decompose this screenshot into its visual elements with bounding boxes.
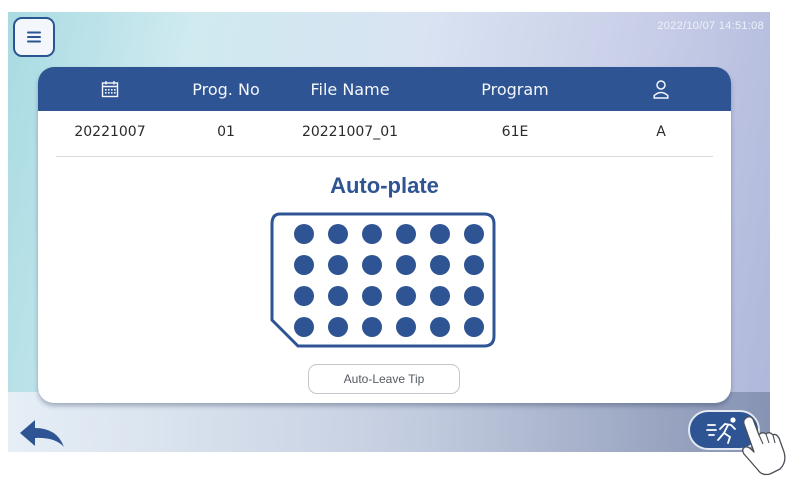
- plate-well: [396, 255, 416, 275]
- user-icon: [653, 79, 669, 99]
- plate-well: [430, 255, 450, 275]
- plate-well: [362, 224, 382, 244]
- menu-button[interactable]: [13, 17, 55, 57]
- plate-well: [328, 286, 348, 306]
- plate-well: [464, 286, 484, 306]
- plate-well: [328, 255, 348, 275]
- plate-diagram: [270, 212, 496, 348]
- plate-well: [430, 317, 450, 337]
- back-arrow-icon: [20, 420, 64, 447]
- row-program: 61E: [501, 124, 529, 140]
- hamburger-menu-icon: [27, 31, 41, 43]
- plate-well: [464, 317, 484, 337]
- datetime-display: 2022/10/07 14:51:08: [657, 20, 764, 32]
- plate-well: [430, 286, 450, 306]
- plate-well: [396, 286, 416, 306]
- table-row[interactable]: 20221007 01 20221007_01 61E A: [38, 111, 731, 157]
- hand-pointer-icon: [732, 414, 786, 476]
- plate-well: [464, 255, 484, 275]
- plate-well: [294, 317, 314, 337]
- plate-well: [328, 317, 348, 337]
- plate-well: [396, 317, 416, 337]
- row-file-name: 20221007_01: [301, 124, 399, 140]
- row-date: 20221007: [74, 124, 146, 140]
- header-user: [653, 67, 669, 111]
- plate-well: [396, 224, 416, 244]
- plate-title: Auto-plate: [330, 173, 439, 198]
- plate-well: [362, 286, 382, 306]
- plate-well: [294, 224, 314, 244]
- plate-well: [362, 255, 382, 275]
- auto-leave-tip-button[interactable]: Auto-Leave Tip: [308, 364, 460, 394]
- row-divider: [56, 156, 713, 157]
- header-prog-no: Prog. No: [192, 79, 260, 99]
- table-header: Prog. No File Name Program: [38, 67, 731, 111]
- back-button[interactable]: [16, 416, 68, 452]
- program-panel: Prog. No File Name Program 20221007 01 2…: [38, 67, 731, 403]
- row-user: A: [656, 124, 666, 140]
- header-date: [101, 67, 119, 111]
- plate-well: [362, 317, 382, 337]
- screen-background: 2022/10/07 14:51:08 Prog. No File Name P…: [8, 12, 770, 452]
- plate-well: [294, 255, 314, 275]
- plate-well: [328, 224, 348, 244]
- plate-well: [464, 224, 484, 244]
- header-file-name: File Name: [310, 79, 390, 99]
- header-program: Program: [481, 79, 549, 99]
- row-prog-no: 01: [217, 124, 235, 140]
- plate-well: [430, 224, 450, 244]
- plate-well: [294, 286, 314, 306]
- calendar-icon: [101, 81, 119, 98]
